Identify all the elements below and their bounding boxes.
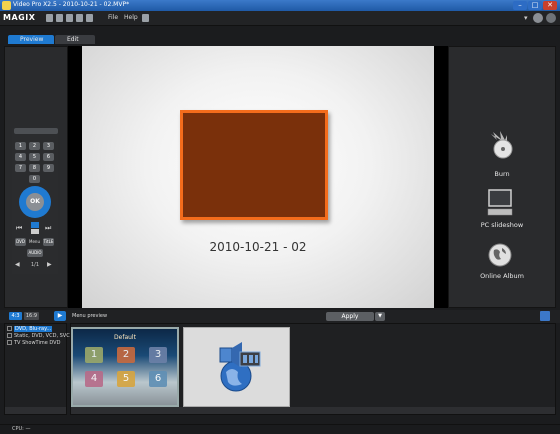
apply-button[interactable]: Apply: [326, 312, 374, 321]
key-4[interactable]: 4: [15, 153, 26, 161]
close-button[interactable]: ✕: [543, 1, 557, 10]
remote-top-bar: [14, 128, 58, 134]
dvd-key[interactable]: DVD: [15, 238, 26, 246]
expand-icon[interactable]: [7, 333, 12, 338]
key-7[interactable]: 7: [15, 164, 26, 172]
page-indicator: 1/1: [30, 262, 40, 268]
pc-slideshow-label[interactable]: PC slideshow: [448, 221, 556, 229]
dropdown-chevron-icon[interactable]: ▾: [524, 14, 528, 22]
menu-bar: MAGIX File Help ▾: [0, 11, 560, 26]
open-project-icon[interactable]: [56, 14, 63, 22]
layout-toggle-icon[interactable]: [540, 311, 550, 321]
tree-item[interactable]: TV ShowTime DVD: [7, 340, 60, 346]
menu-preview-label: Menu preview: [72, 313, 108, 319]
template-button-2: 2: [117, 347, 135, 363]
expand-icon[interactable]: [7, 326, 12, 331]
key-3[interactable]: 3: [43, 142, 54, 150]
title-bar: Video Pro X2.5 - 2010-10-21 - 02.MVP* – …: [0, 0, 560, 11]
audio-video-globe-icon: [214, 342, 262, 394]
minimize-button[interactable]: –: [513, 1, 527, 10]
save-icon[interactable]: [66, 14, 73, 22]
key-9[interactable]: 9: [43, 164, 54, 172]
globe-icon[interactable]: [487, 242, 513, 268]
cpu-indicator: CPU: —: [12, 426, 31, 432]
tree-item[interactable]: Static, DVD, VCD, SVCD: [7, 333, 74, 339]
key-1[interactable]: 1: [15, 142, 26, 150]
menu-key[interactable]: Menu: [29, 238, 40, 246]
tab-preview[interactable]: Preview: [8, 35, 54, 44]
tree-item[interactable]: DVD, Blu-ray...: [7, 326, 53, 332]
help-circle-icon[interactable]: [546, 13, 556, 23]
window-title: Video Pro X2.5 - 2010-10-21 - 02.MVP*: [13, 1, 130, 8]
page-next-icon[interactable]: ▶: [47, 261, 52, 268]
help-icon[interactable]: [86, 14, 93, 22]
menu-help[interactable]: Help: [124, 14, 138, 21]
computer-icon[interactable]: [486, 189, 514, 217]
new-project-icon[interactable]: [46, 14, 53, 22]
apply-dropdown-icon[interactable]: ▼: [375, 312, 385, 321]
thumbnails-horizontal-scrollbar[interactable]: [71, 407, 555, 414]
status-bar: [0, 424, 560, 434]
audio-key[interactable]: AUDIO: [27, 249, 43, 257]
ratio-16-9-button[interactable]: 16:9: [24, 312, 39, 320]
burn-disc-icon[interactable]: [485, 130, 515, 160]
menu-file[interactable]: File: [108, 14, 118, 21]
app-icon: [2, 1, 11, 10]
burn-label[interactable]: Burn: [448, 170, 556, 178]
play-icon[interactable]: [31, 222, 39, 228]
gear-icon[interactable]: [533, 13, 543, 23]
prev-chapter-icon[interactable]: ⏮: [16, 224, 22, 233]
template-button-5: 5: [117, 371, 135, 387]
ratio-4-3-button[interactable]: 4:3: [9, 312, 22, 320]
key-5[interactable]: 5: [29, 153, 40, 161]
settings-icon[interactable]: [76, 14, 83, 22]
template-button-3: 3: [149, 347, 167, 363]
template-title: Default: [114, 334, 136, 341]
remote-control: 1 2 3 4 5 6 7 8 9 0 OK ⏮ ⏭ DVD Menu TitL…: [12, 128, 58, 274]
tab-preview-label: Preview: [20, 36, 44, 43]
template-thumbnail-audio-video[interactable]: [183, 327, 290, 407]
key-0[interactable]: 0: [29, 175, 40, 183]
magix-logo: MAGIX: [3, 13, 36, 22]
maximize-button[interactable]: □: [528, 1, 542, 10]
title-key[interactable]: TitLE: [43, 238, 54, 246]
menu-title-text[interactable]: 2010-10-21 - 02: [82, 240, 434, 254]
template-thumbnail-default[interactable]: Default 1 2 3 4 5 6: [71, 327, 179, 407]
next-chapter-icon[interactable]: ⏭: [45, 224, 51, 233]
template-category-tree: DVD, Blu-ray... Static, DVD, VCD, SVCD T…: [4, 323, 74, 415]
tree-horizontal-scrollbar[interactable]: [5, 407, 66, 414]
play-preview-button[interactable]: ▶: [54, 311, 66, 321]
tab-edit[interactable]: Edit: [55, 35, 95, 44]
template-button-4: 4: [85, 371, 103, 387]
key-6[interactable]: 6: [43, 153, 54, 161]
template-button-6: 6: [149, 371, 167, 387]
title-thumbnail-frame[interactable]: [180, 110, 328, 220]
template-button-1: 1: [85, 347, 103, 363]
tab-edit-label: Edit: [67, 36, 79, 43]
stop-icon[interactable]: [31, 229, 39, 234]
info-icon[interactable]: [142, 14, 149, 22]
expand-icon[interactable]: [7, 340, 12, 345]
key-8[interactable]: 8: [29, 164, 40, 172]
online-album-label[interactable]: Online Album: [448, 272, 556, 280]
key-2[interactable]: 2: [29, 142, 40, 150]
ok-button[interactable]: OK: [26, 193, 44, 211]
page-prev-icon[interactable]: ◀: [15, 261, 20, 268]
